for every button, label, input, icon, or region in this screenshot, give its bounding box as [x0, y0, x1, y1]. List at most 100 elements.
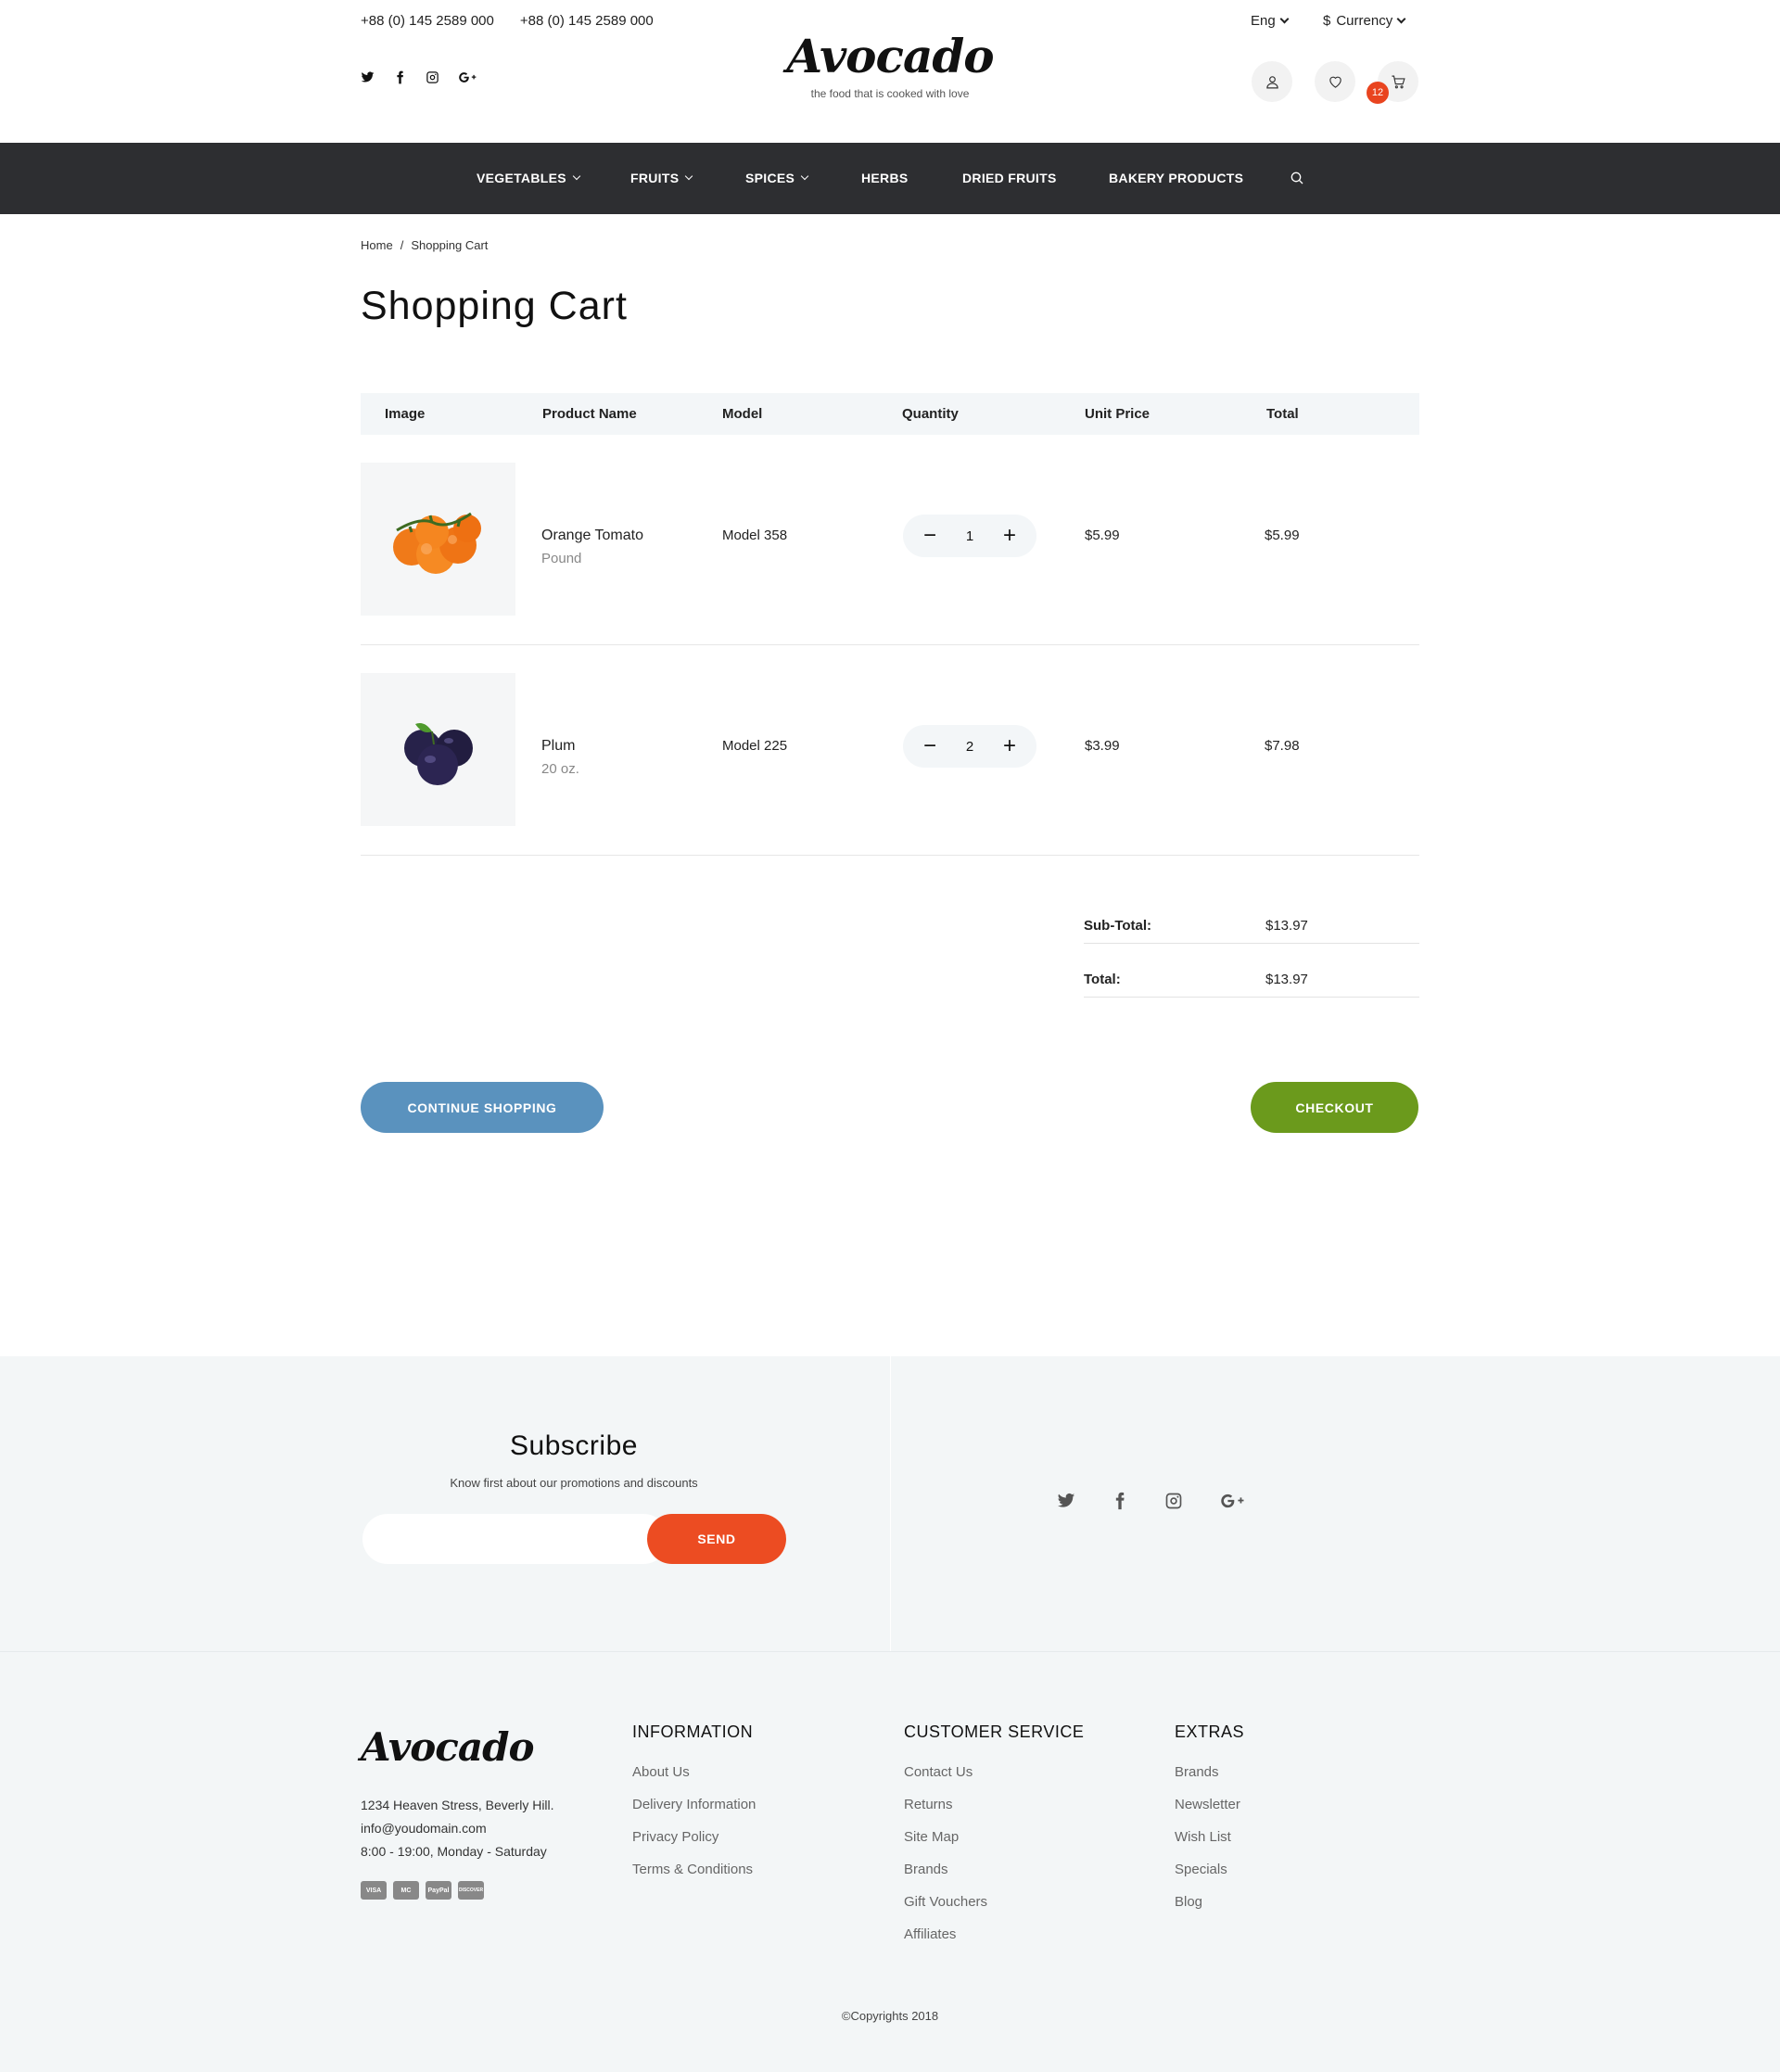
footer-link[interactable]: Contact Us	[904, 1756, 1084, 1788]
total-label: Total:	[1084, 972, 1121, 987]
footer-link[interactable]: Blog	[1175, 1886, 1244, 1918]
section-divider	[890, 1356, 891, 1651]
wishlist-button[interactable]	[1315, 61, 1355, 102]
product-image-plum[interactable]	[361, 673, 515, 826]
cart-row: Orange Tomato Pound Model 358 − 1 + $5.9…	[361, 435, 1419, 645]
plus-icon[interactable]: +	[999, 525, 1020, 547]
send-button[interactable]: SEND	[647, 1514, 786, 1564]
footer-email[interactable]: info@youdomain.com	[361, 1817, 554, 1840]
currency-selector[interactable]: $ Currency	[1323, 13, 1406, 29]
facebook-icon[interactable]	[393, 70, 407, 89]
line-total: $5.99	[1265, 528, 1300, 543]
instagram-icon[interactable]	[1164, 1492, 1183, 1515]
continue-shopping-button[interactable]: CONTINUE SHOPPING	[361, 1082, 604, 1133]
copyright: ©Copyrights 2018	[841, 2009, 939, 2023]
breadcrumb-current: Shopping Cart	[411, 238, 489, 252]
instagram-icon[interactable]	[426, 70, 439, 89]
account-button[interactable]	[1252, 61, 1292, 102]
total-row: Total: $13.97	[1084, 944, 1419, 998]
user-icon	[1265, 75, 1278, 88]
paypal-icon: PayPal	[426, 1881, 451, 1900]
logo-text: Avocado	[786, 29, 994, 83]
subscribe-section: Subscribe Know first about our promotion…	[0, 1356, 1780, 1651]
nav-label: HERBS	[861, 171, 909, 185]
footer-link[interactable]: Wish List	[1175, 1821, 1244, 1853]
footer-logo[interactable]: Avocado	[361, 1724, 534, 1770]
cart-totals: Sub-Total: $13.97 Total: $13.97	[1084, 890, 1419, 998]
subscribe-email-input[interactable]	[362, 1514, 668, 1564]
footer-link[interactable]: About Us	[632, 1756, 756, 1788]
currency-symbol: $	[1323, 13, 1331, 29]
twitter-icon[interactable]	[361, 70, 375, 89]
breadcrumb: Home / Shopping Cart	[361, 238, 488, 252]
footer-link[interactable]: Newsletter	[1175, 1788, 1244, 1821]
footer-link[interactable]: Returns	[904, 1788, 1084, 1821]
cart-table-header: Image Product Name Model Quantity Unit P…	[361, 393, 1419, 435]
facebook-icon[interactable]	[1111, 1492, 1129, 1515]
nav-fruits[interactable]: FRUITS	[630, 171, 693, 185]
footer-social-links	[1057, 1492, 1246, 1515]
plus-icon[interactable]: +	[999, 735, 1020, 757]
footer-link[interactable]: Gift Vouchers	[904, 1886, 1084, 1918]
footer-link[interactable]: Brands	[1175, 1756, 1244, 1788]
checkout-button[interactable]: CHECKOUT	[1251, 1082, 1418, 1133]
google-plus-icon[interactable]	[458, 70, 477, 89]
footer-link[interactable]: Site Map	[904, 1821, 1084, 1853]
cart-count-badge: 12	[1367, 82, 1389, 104]
quantity-stepper: − 1 +	[903, 515, 1036, 557]
quantity-stepper: − 2 +	[903, 725, 1036, 768]
language-selector[interactable]: Eng	[1251, 13, 1290, 29]
nav-dried-fruits[interactable]: DRIED FRUITS	[962, 171, 1057, 185]
nav-bakery-products[interactable]: BAKERY PRODUCTS	[1109, 171, 1243, 185]
nav-label: FRUITS	[630, 171, 680, 185]
col-unit-price: Unit Price	[1085, 406, 1151, 422]
footer-link[interactable]: Terms & Conditions	[632, 1853, 756, 1886]
nav-label: DRIED FRUITS	[962, 171, 1057, 185]
subscribe-text: Know first about our promotions and disc…	[450, 1476, 698, 1490]
footer-link[interactable]: Specials	[1175, 1853, 1244, 1886]
nav-spices[interactable]: SPICES	[745, 171, 809, 185]
col-total: Total	[1266, 406, 1299, 422]
footer-col-title: INFORMATION	[632, 1722, 754, 1741]
nav-vegetables[interactable]: VEGETABLES	[477, 171, 581, 185]
currency-label: Currency	[1336, 13, 1393, 29]
footer-hours: 8:00 - 19:00, Monday - Saturday	[361, 1844, 547, 1859]
google-plus-icon[interactable]	[1218, 1492, 1246, 1515]
quantity-value[interactable]: 2	[966, 739, 973, 755]
payment-methods: VISA MC PayPal DISCOVER	[361, 1881, 484, 1900]
subscribe-title: Subscribe	[510, 1430, 638, 1461]
footer-link[interactable]: Privacy Policy	[632, 1821, 756, 1853]
footer-link[interactable]: Delivery Information	[632, 1788, 756, 1821]
unit-price: $3.99	[1085, 738, 1120, 754]
product-name[interactable]: Orange Tomato	[541, 528, 643, 544]
footer-extras: EXTRAS Brands Newsletter Wish List Speci…	[1175, 1722, 1244, 1918]
twitter-icon[interactable]	[1057, 1492, 1075, 1515]
mastercard-icon: MC	[393, 1881, 419, 1900]
product-model: Model 225	[722, 738, 788, 754]
nav-search-button[interactable]	[1290, 171, 1304, 190]
product-unit: 20 oz.	[541, 761, 579, 777]
unit-price: $5.99	[1085, 528, 1120, 543]
nav-herbs[interactable]: HERBS	[861, 171, 909, 185]
line-total: $7.98	[1265, 738, 1300, 754]
product-model: Model 358	[722, 528, 788, 543]
footer-link[interactable]: Affiliates	[904, 1918, 1084, 1951]
site-logo[interactable]: Avocado the food that is cooked with lov…	[769, 29, 1011, 101]
chevron-down-icon	[1396, 14, 1406, 24]
footer-col-title: CUSTOMER SERVICE	[904, 1722, 1085, 1741]
subtotal-label: Sub-Total:	[1084, 918, 1152, 934]
minus-icon[interactable]: −	[920, 525, 940, 547]
minus-icon[interactable]: −	[920, 735, 940, 757]
phone-2[interactable]: +88 (0) 145 2589 000	[520, 13, 654, 29]
phone-1[interactable]: +88 (0) 145 2589 000	[361, 13, 494, 29]
footer-link[interactable]: Brands	[904, 1853, 1084, 1886]
quantity-value[interactable]: 1	[966, 528, 973, 544]
nav-label: BAKERY PRODUCTS	[1109, 171, 1244, 185]
product-image-orange-tomato[interactable]	[361, 463, 515, 616]
breadcrumb-home[interactable]: Home	[361, 238, 393, 252]
col-image: Image	[385, 406, 426, 422]
total-value: $13.97	[1265, 972, 1308, 987]
product-name[interactable]: Plum	[541, 738, 575, 755]
nav-label: VEGETABLES	[477, 171, 566, 185]
footer-customer-service: CUSTOMER SERVICE Contact Us Returns Site…	[904, 1722, 1084, 1951]
